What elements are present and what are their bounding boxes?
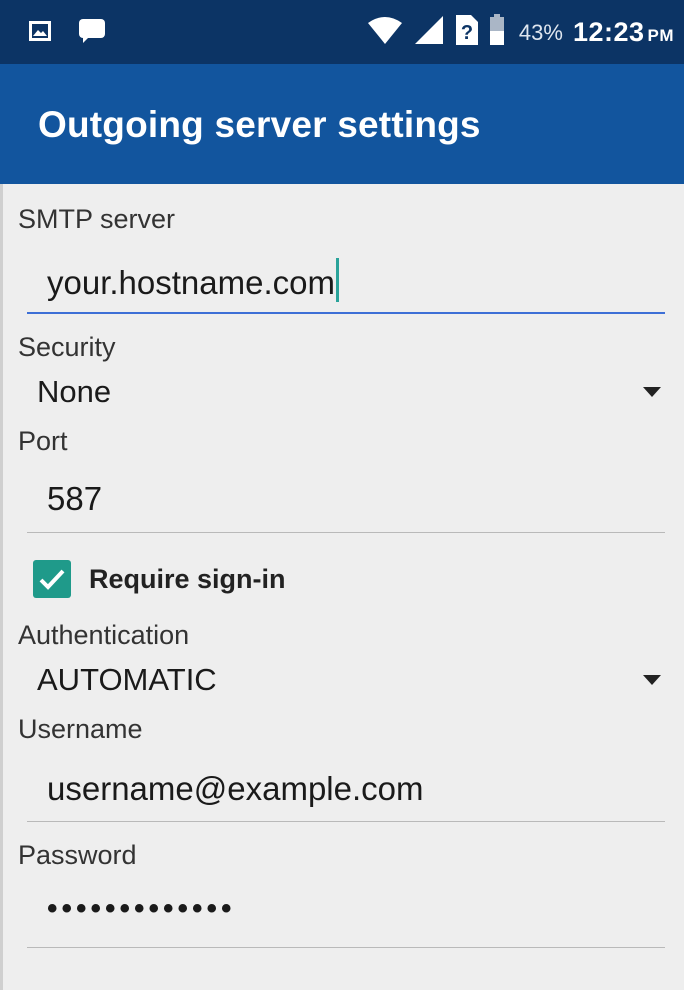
authentication-dropdown[interactable]: AUTOMATIC <box>3 658 684 704</box>
username-input[interactable]: username@example.com <box>47 770 424 808</box>
page-title: Outgoing server settings <box>38 104 481 145</box>
smtp-server-label: SMTP server <box>18 204 176 234</box>
chevron-down-icon <box>643 387 661 397</box>
require-signin-checkbox-row[interactable]: Require sign-in <box>3 556 684 602</box>
chevron-down-icon <box>643 675 661 685</box>
username-label: Username <box>18 714 143 744</box>
require-signin-label: Require sign-in <box>89 564 286 594</box>
security-value: None <box>37 374 112 409</box>
svg-text:?: ? <box>461 22 473 44</box>
port-underline <box>27 532 665 533</box>
password-input[interactable]: ••••••••••••• <box>47 892 236 926</box>
smtp-server-value: your.hostname.com <box>47 264 335 301</box>
smtp-server-input[interactable]: your.hostname.com <box>47 258 339 302</box>
password-underline <box>27 947 665 948</box>
status-bar: ? 43% 12:23 PM <box>0 0 684 64</box>
text-cursor <box>335 258 339 302</box>
password-label: Password <box>18 840 137 870</box>
checkmark-icon <box>39 569 65 590</box>
port-label: Port <box>18 426 68 456</box>
wifi-icon <box>367 15 403 50</box>
settings-form: SMTP server your.hostname.com Security N… <box>0 184 684 990</box>
clock-ampm: PM <box>647 26 674 45</box>
smtp-server-underline <box>27 312 665 314</box>
battery-icon <box>489 14 505 51</box>
signal-icon <box>413 15 445 50</box>
message-notification-icon <box>78 18 106 49</box>
security-label: Security <box>18 332 116 362</box>
clock: 12:23 PM <box>573 17 674 48</box>
no-sim-icon: ? <box>455 14 479 51</box>
app-bar: Outgoing server settings <box>0 64 684 184</box>
username-underline <box>27 821 665 822</box>
clock-time: 12:23 <box>572 17 645 47</box>
authentication-value: AUTOMATIC <box>37 662 217 697</box>
port-input[interactable]: 587 <box>47 480 102 518</box>
battery-percent: 43% <box>518 19 563 45</box>
image-notification-icon <box>28 19 52 48</box>
require-signin-checkbox[interactable] <box>33 560 71 598</box>
security-dropdown[interactable]: None <box>3 370 684 416</box>
authentication-label: Authentication <box>18 620 190 650</box>
